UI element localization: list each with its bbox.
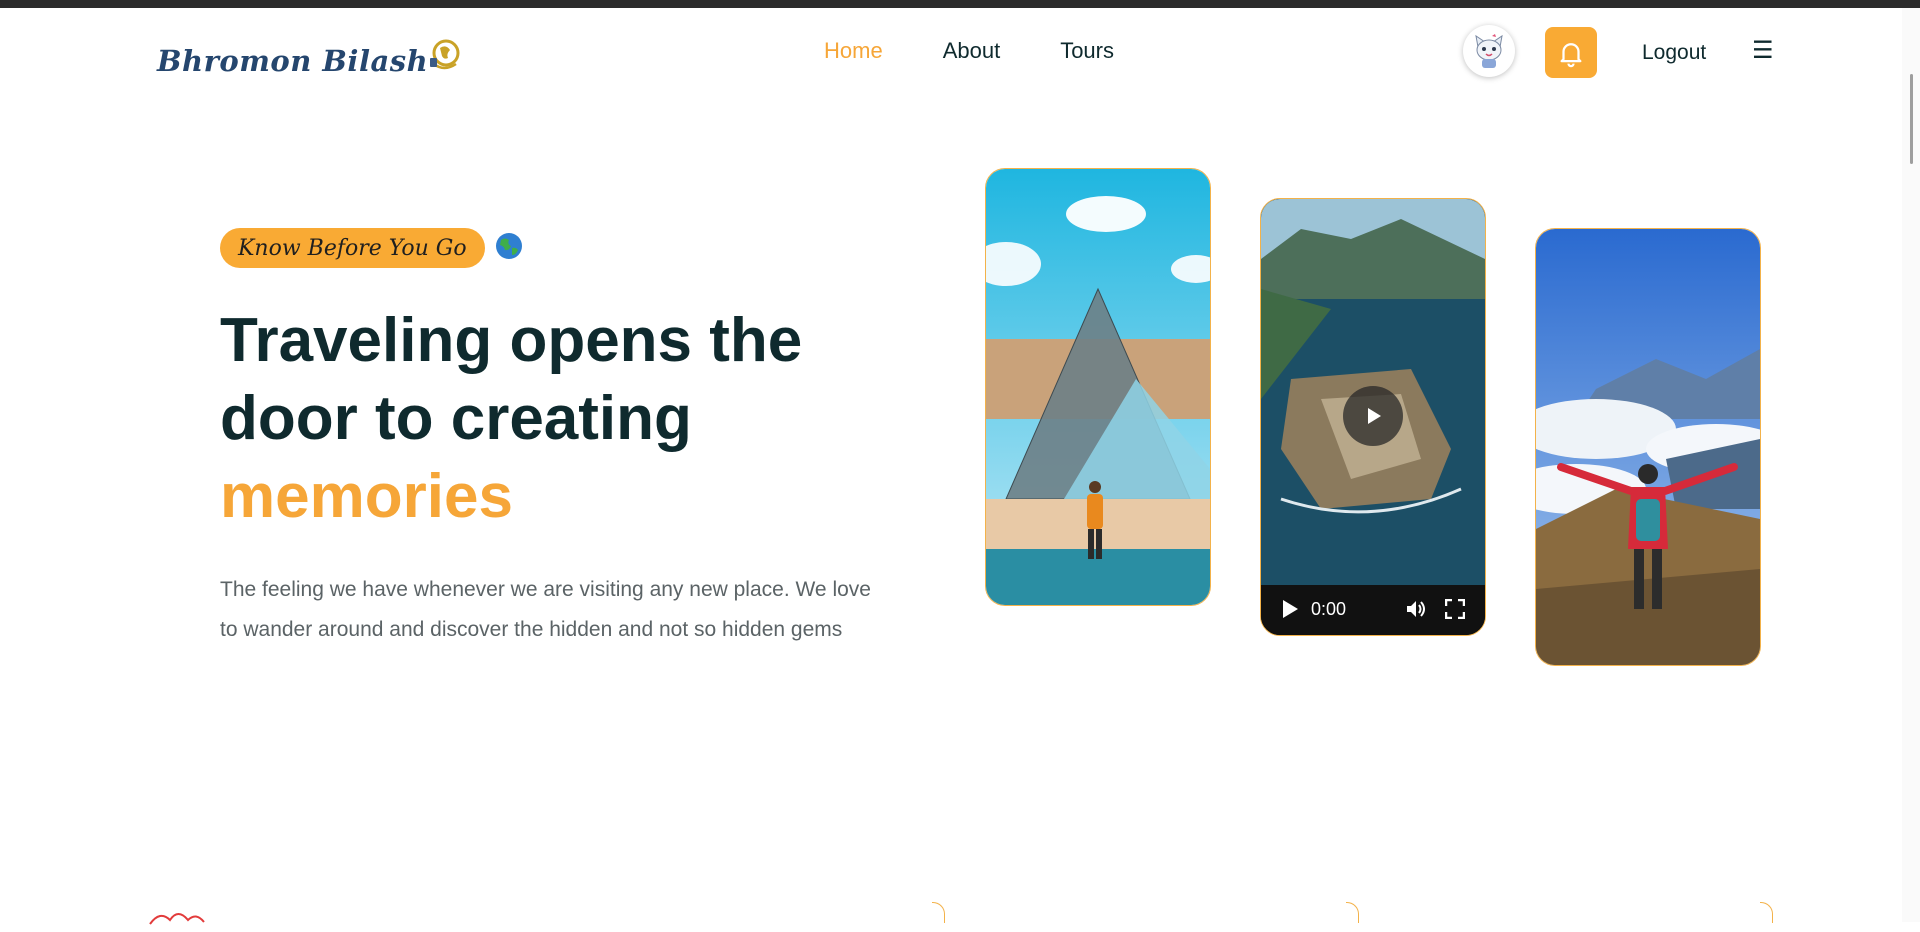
section-heading-partial-icon — [148, 906, 238, 932]
video-time: 0:00 — [1311, 599, 1347, 619]
user-avatar[interactable] — [1463, 25, 1515, 77]
volume-icon[interactable] — [1405, 598, 1427, 620]
feature-card-edge — [1760, 902, 1773, 923]
menu-toggle-button[interactable]: ☰ — [1752, 36, 1774, 65]
bell-icon — [1560, 42, 1582, 67]
feature-card-edge — [932, 902, 945, 923]
hero-badge-label: Know Before You Go — [220, 228, 485, 268]
headline-line-2: door to creating — [220, 384, 692, 453]
nav-link-tours[interactable]: Tours — [1060, 38, 1114, 64]
louvre-photo-card — [985, 168, 1211, 606]
browser-top-edge — [0, 0, 1920, 8]
site-logo[interactable]: Bhromon Bilash — [157, 39, 462, 79]
hiker-photo-card — [1535, 228, 1761, 666]
play-icon — [1283, 600, 1298, 618]
fullscreen-icon[interactable] — [1445, 599, 1465, 619]
cat-avatar-icon — [1475, 34, 1503, 68]
video-play-button[interactable] — [1281, 599, 1299, 619]
headline-highlight: memories — [220, 462, 513, 531]
logout-button[interactable]: Logout — [1642, 41, 1706, 65]
video-play-overlay-button[interactable] — [1343, 386, 1403, 446]
hero-headline: Traveling opens the door to creating mem… — [220, 302, 900, 536]
logo-text: Bhromon Bilash — [157, 43, 429, 78]
page-scrollbar[interactable] — [1902, 8, 1920, 922]
nav-link-about[interactable]: About — [943, 38, 1001, 64]
nav-link-home[interactable]: Home — [824, 38, 883, 64]
headline-line-1: Traveling opens the — [220, 306, 803, 375]
hero-badge: Know Before You Go — [220, 228, 523, 268]
main-nav: Home About Tours — [824, 38, 1174, 64]
video-player-card[interactable]: 0:00 — [1260, 198, 1486, 636]
earth-globe-icon — [495, 232, 523, 265]
globe-icon — [428, 36, 462, 79]
scrollbar-thumb[interactable] — [1910, 74, 1913, 164]
feature-card-edge — [1346, 902, 1359, 923]
video-controls: 0:00 — [1261, 585, 1485, 635]
hero-subtitle: The feeling we have whenever we are visi… — [220, 578, 871, 641]
notifications-button[interactable] — [1545, 27, 1597, 78]
play-icon — [1368, 408, 1381, 424]
